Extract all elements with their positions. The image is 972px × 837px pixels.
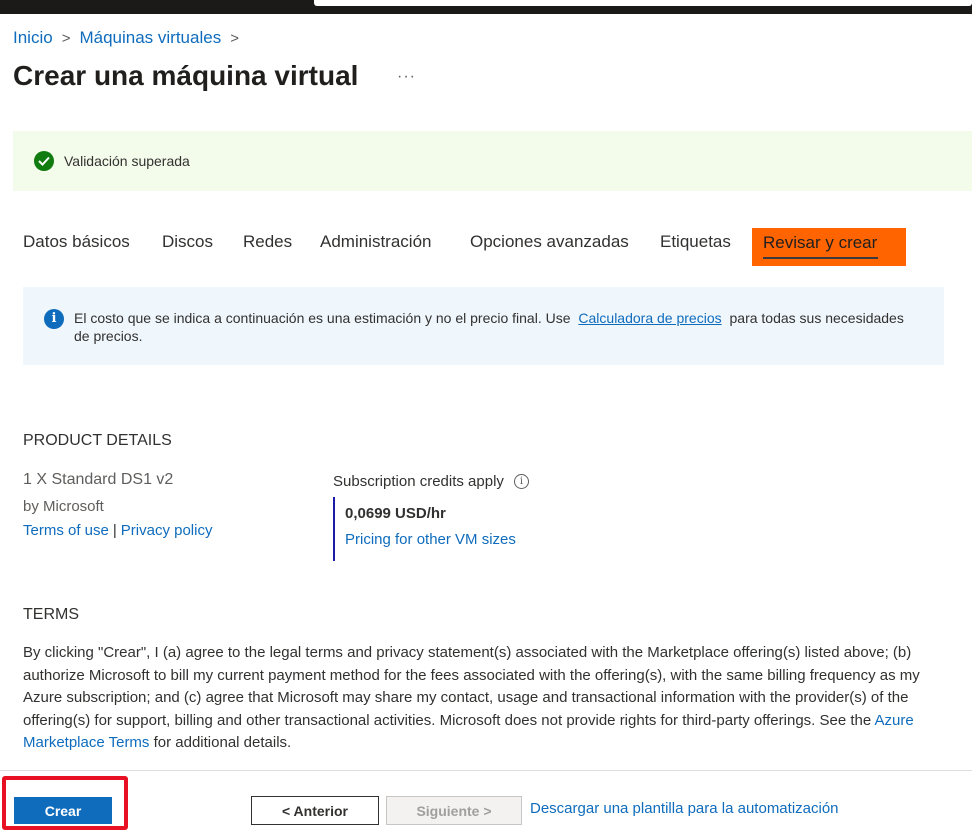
info-text-before: El costo que se indica a continuación es… — [74, 310, 571, 326]
create-button[interactable]: Crear — [14, 797, 112, 824]
global-search-box[interactable] — [314, 0, 972, 6]
privacy-policy-link[interactable]: Privacy policy — [121, 522, 213, 539]
price-value: 0,0699 USD/hr — [345, 505, 446, 522]
previous-button[interactable]: < Anterior — [251, 796, 379, 825]
pricing-calculator-link[interactable]: Calculadora de precios — [578, 310, 721, 326]
breadcrumb-home-link[interactable]: Inicio — [13, 28, 53, 48]
tab-disks[interactable]: Discos — [162, 232, 213, 252]
terms-text-after: for additional details. — [153, 734, 292, 752]
tab-networking[interactable]: Redes — [243, 232, 292, 252]
top-bar — [0, 0, 972, 14]
tab-basics[interactable]: Datos básicos — [23, 232, 130, 252]
validation-message: Validación superada — [64, 153, 190, 169]
info-banner: i El costo que se indica a continuación … — [23, 287, 944, 365]
chevron-right-icon: > — [61, 29, 71, 47]
tab-advanced[interactable]: Opciones avanzadas — [470, 232, 629, 252]
footer-divider — [0, 770, 972, 771]
breadcrumb-vms-link[interactable]: Máquinas virtuales — [79, 28, 221, 48]
pricing-other-sizes-link[interactable]: Pricing for other VM sizes — [345, 531, 516, 548]
tab-bar: Datos básicos Discos Redes Administració… — [0, 228, 972, 268]
page-title: Crear una máquina virtual — [13, 60, 359, 91]
tab-review-create[interactable]: Revisar y crear — [752, 228, 906, 266]
terms-heading: TERMS — [23, 606, 79, 623]
next-button[interactable]: Siguiente > — [386, 796, 522, 825]
product-publisher: by Microsoft — [23, 498, 104, 515]
product-links: Terms of use | Privacy policy — [23, 522, 212, 539]
download-template-link[interactable]: Descargar una plantilla para la automati… — [530, 800, 839, 817]
product-details-heading: PRODUCT DETAILS — [23, 432, 172, 449]
terms-of-use-link[interactable]: Terms of use — [23, 522, 109, 539]
info-icon: i — [44, 309, 64, 329]
product-name: 1 X Standard DS1 v2 — [23, 471, 174, 488]
info-circle-icon[interactable]: i — [513, 474, 529, 489]
more-options-button[interactable]: ··· — [397, 68, 416, 86]
tab-management[interactable]: Administración — [320, 232, 432, 252]
terms-text: By clicking "Crear", I (a) agree to the … — [23, 642, 923, 755]
subscription-credits: Subscription credits apply i — [333, 473, 529, 490]
active-tab-underline — [763, 257, 878, 259]
chevron-right-icon: > — [230, 29, 239, 47]
checkmark-icon — [34, 151, 54, 171]
tab-tags[interactable]: Etiquetas — [660, 232, 731, 252]
validation-banner: Validación superada — [13, 131, 972, 191]
price-box: 0,0699 USD/hr Pricing for other VM sizes — [333, 497, 516, 561]
credits-label: Subscription credits apply — [333, 473, 504, 490]
info-message: El costo que se indica a continuación es… — [74, 309, 914, 345]
terms-text-before: By clicking "Crear", I (a) agree to the … — [23, 644, 920, 729]
tab-review-create-label: Revisar y crear — [763, 233, 878, 252]
breadcrumb: Inicio > Máquinas virtuales > — [13, 28, 248, 48]
link-separator: | — [112, 522, 117, 539]
